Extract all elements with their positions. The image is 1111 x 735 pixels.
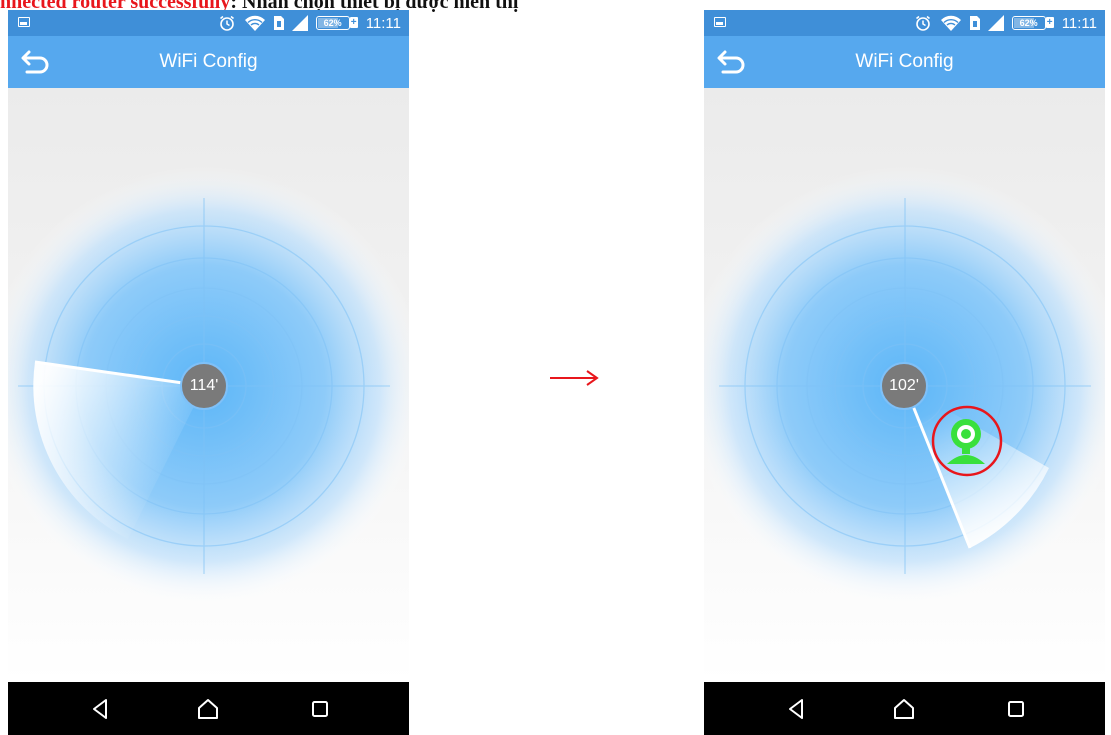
page-title: WiFi Config [159,51,258,72]
android-nav-bar [704,682,1105,735]
alarm-icon [915,15,930,31]
nav-recents-icon[interactable] [1002,695,1030,723]
nav-back-icon[interactable] [782,695,810,723]
alarm-icon [219,15,234,31]
phone-screen-scanning: 62% + 11:11 WiFi Config 114' [8,10,409,735]
title-bar: WiFi Config [704,36,1105,88]
status-time: 11:11 [1061,14,1097,32]
battery-level: 62% [1019,18,1038,28]
nav-recents-icon[interactable] [306,695,334,723]
wifi-icon [940,15,961,31]
signal-icon [987,15,1004,31]
nav-home-icon[interactable] [194,695,222,723]
battery-icon: 62% + [1011,16,1054,30]
status-time: 11:11 [365,14,401,32]
phone-screen-device-found: 62% + 11:11 WiFi Config 102' [704,10,1105,735]
gallery-notification-icon [18,17,30,27]
radar-area: 114' [8,88,409,682]
status-bar: 62% + 11:11 [8,10,409,36]
radar-area: 102' [704,88,1105,682]
page-title: WiFi Config [855,51,954,72]
gallery-notification-icon [714,17,726,27]
sim-icon [273,16,284,30]
angle-indicator: 102' [880,362,928,410]
android-nav-bar [8,682,409,735]
camera-device-icon [947,419,985,464]
nav-back-icon[interactable] [86,695,114,723]
signal-icon [291,15,308,31]
nav-home-icon[interactable] [890,695,918,723]
sim-icon [969,16,980,30]
title-bar: WiFi Config [8,36,409,88]
angle-indicator: 114' [180,362,228,410]
status-bar: 62% + 11:11 [704,10,1105,36]
found-device-button[interactable] [930,404,1004,478]
battery-level: 62% [323,18,342,28]
wifi-icon [244,15,265,31]
transition-arrow [550,370,599,386]
battery-icon: 62% + [315,16,358,30]
